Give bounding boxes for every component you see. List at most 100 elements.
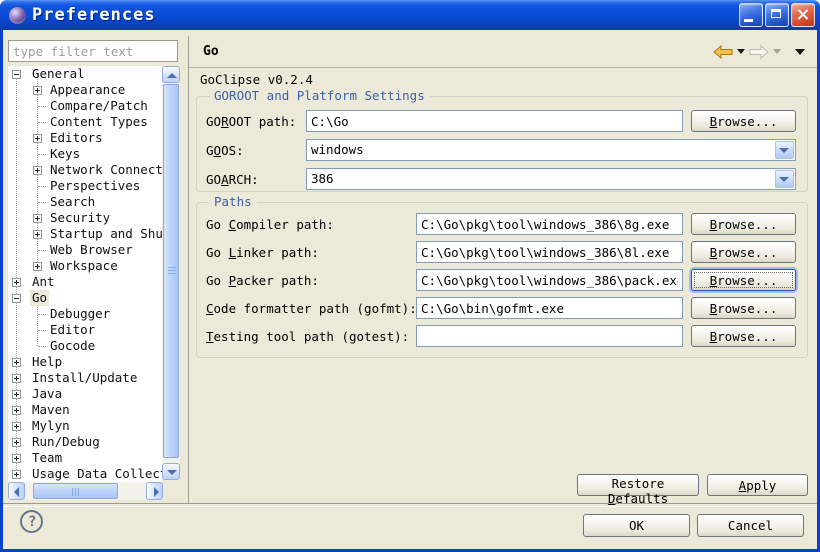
go-compiler-path-input[interactable] (416, 213, 683, 235)
tree-item-gocode[interactable]: Gocode (8, 338, 162, 354)
tree-item-install-update[interactable]: Install/Update (8, 370, 162, 386)
tree-item-label[interactable]: Ant (30, 274, 57, 290)
help-button[interactable]: ? (20, 510, 43, 533)
tree-item-maven[interactable]: Maven (8, 402, 162, 418)
expand-icon[interactable] (12, 422, 21, 431)
tree-item-java[interactable]: Java (8, 386, 162, 402)
expand-icon[interactable] (33, 86, 42, 95)
maximize-button[interactable] (765, 3, 789, 27)
go-compiler-path-browse-button[interactable]: Browse... (691, 213, 796, 235)
scroll-left-button[interactable] (8, 482, 25, 500)
tree-item-network-connect[interactable]: Network Connect (8, 162, 162, 178)
forward-history-dropdown-icon[interactable] (773, 49, 781, 54)
go-linker-path-input[interactable] (416, 241, 683, 263)
tree-item-perspectives[interactable]: Perspectives (8, 178, 162, 194)
dropdown-button[interactable] (775, 170, 794, 188)
go-packer-path-input[interactable] (416, 269, 683, 291)
tree-item-label[interactable]: Team (30, 450, 64, 466)
tree-item-label[interactable]: Run/Debug (30, 434, 102, 450)
testing-tool-path-input[interactable] (416, 325, 683, 347)
tree-item-team[interactable]: Team (8, 450, 162, 466)
expand-icon[interactable] (33, 214, 42, 223)
minimize-button[interactable] (739, 3, 763, 27)
back-history-dropdown-icon[interactable] (737, 49, 745, 54)
go-packer-path-browse-button[interactable]: Browse... (691, 269, 796, 291)
tree-item-ant[interactable]: Ant (8, 274, 162, 290)
tree-item-label[interactable]: Help (30, 354, 64, 370)
tree-item-editors[interactable]: Editors (8, 130, 162, 146)
collapse-icon[interactable] (12, 70, 21, 79)
tree-item-compare-patch[interactable]: Compare/Patch (8, 98, 162, 114)
tree-item-mylyn[interactable]: Mylyn (8, 418, 162, 434)
expand-icon[interactable] (12, 438, 21, 447)
expand-icon[interactable] (12, 470, 21, 479)
tree-item-workspace[interactable]: Workspace (8, 258, 162, 274)
tree-item-label[interactable]: Mylyn (30, 418, 72, 434)
expand-icon[interactable] (12, 374, 21, 383)
tree-item-label[interactable]: Editor (48, 322, 97, 338)
cancel-button[interactable]: Cancel (697, 514, 804, 537)
back-icon[interactable] (713, 45, 733, 59)
tree-item-label[interactable]: Perspectives (48, 178, 142, 194)
goarch-combo[interactable]: 386 (306, 168, 796, 190)
filter-input[interactable] (8, 40, 178, 62)
scroll-up-button[interactable] (162, 66, 180, 83)
tree-item-label[interactable]: Go (30, 290, 49, 306)
tree-item-label[interactable]: Compare/Patch (48, 98, 150, 114)
tree-item-web-browser[interactable]: Web Browser (8, 242, 162, 258)
view-menu-icon[interactable] (795, 49, 805, 55)
tree-item-help[interactable]: Help (8, 354, 162, 370)
tree-item-search[interactable]: Search (8, 194, 162, 210)
expand-icon[interactable] (12, 358, 21, 367)
goroot-path-input[interactable] (306, 110, 683, 132)
tree-item-label[interactable]: Search (48, 194, 97, 210)
tree-item-label[interactable]: General (30, 66, 87, 82)
title-bar[interactable]: Preferences (0, 0, 820, 30)
expand-icon[interactable] (33, 230, 42, 239)
scroll-down-button[interactable] (162, 463, 180, 480)
goroot-path-browse-button[interactable]: Browse... (691, 110, 796, 132)
tree-item-content-types[interactable]: Content Types (8, 114, 162, 130)
tree-item-label[interactable]: Editors (48, 130, 105, 146)
collapse-icon[interactable] (12, 294, 21, 303)
dropdown-button[interactable] (775, 141, 794, 159)
tree-horizontal-scrollbar[interactable] (8, 482, 163, 500)
tree-item-appearance[interactable]: Appearance (8, 82, 162, 98)
scroll-right-button[interactable] (146, 482, 163, 500)
tree-item-label[interactable]: Gocode (48, 338, 97, 354)
vertical-scroll-thumb[interactable] (163, 84, 179, 458)
tree-item-usage-data-collect[interactable]: Usage Data Collect (8, 466, 162, 482)
tree-item-label[interactable]: Debugger (48, 306, 112, 322)
tree-vertical-scrollbar[interactable] (162, 66, 180, 480)
tree-item-label[interactable]: Content Types (48, 114, 150, 130)
tree-item-label[interactable]: Security (48, 210, 112, 226)
tree-item-startup-and-shu[interactable]: Startup and Shu (8, 226, 162, 242)
tree-item-label[interactable]: Keys (48, 146, 82, 162)
expand-icon[interactable] (33, 134, 42, 143)
tree-item-keys[interactable]: Keys (8, 146, 162, 162)
close-button[interactable] (791, 3, 815, 27)
expand-icon[interactable] (12, 278, 21, 287)
tree-item-editor[interactable]: Editor (8, 322, 162, 338)
tree-item-label[interactable]: Java (30, 386, 64, 402)
ok-button[interactable]: OK (583, 514, 690, 537)
restore-defaults-button[interactable]: Restore Defaults (577, 474, 699, 496)
tree-item-run-debug[interactable]: Run/Debug (8, 434, 162, 450)
tree-item-label[interactable]: Network Connect (48, 162, 162, 178)
expand-icon[interactable] (12, 454, 21, 463)
tree-item-label[interactable]: Appearance (48, 82, 127, 98)
code-formatter-path-browse-button[interactable]: Browse... (691, 297, 796, 319)
goos-combo[interactable]: windows (306, 139, 796, 161)
horizontal-scroll-thumb[interactable] (33, 483, 118, 499)
preferences-tree[interactable]: GeneralAppearanceCompare/PatchContent Ty… (8, 66, 162, 482)
expand-icon[interactable] (12, 406, 21, 415)
code-formatter-path-input[interactable] (416, 297, 683, 319)
tree-item-general[interactable]: General (8, 66, 162, 82)
testing-tool-path-browse-button[interactable]: Browse... (691, 325, 796, 347)
tree-item-label[interactable]: Startup and Shu (48, 226, 162, 242)
forward-icon[interactable] (749, 45, 769, 59)
tree-item-go[interactable]: Go (8, 290, 162, 306)
tree-item-debugger[interactable]: Debugger (8, 306, 162, 322)
tree-item-label[interactable]: Install/Update (30, 370, 139, 386)
tree-item-label[interactable]: Usage Data Collect (30, 466, 162, 482)
